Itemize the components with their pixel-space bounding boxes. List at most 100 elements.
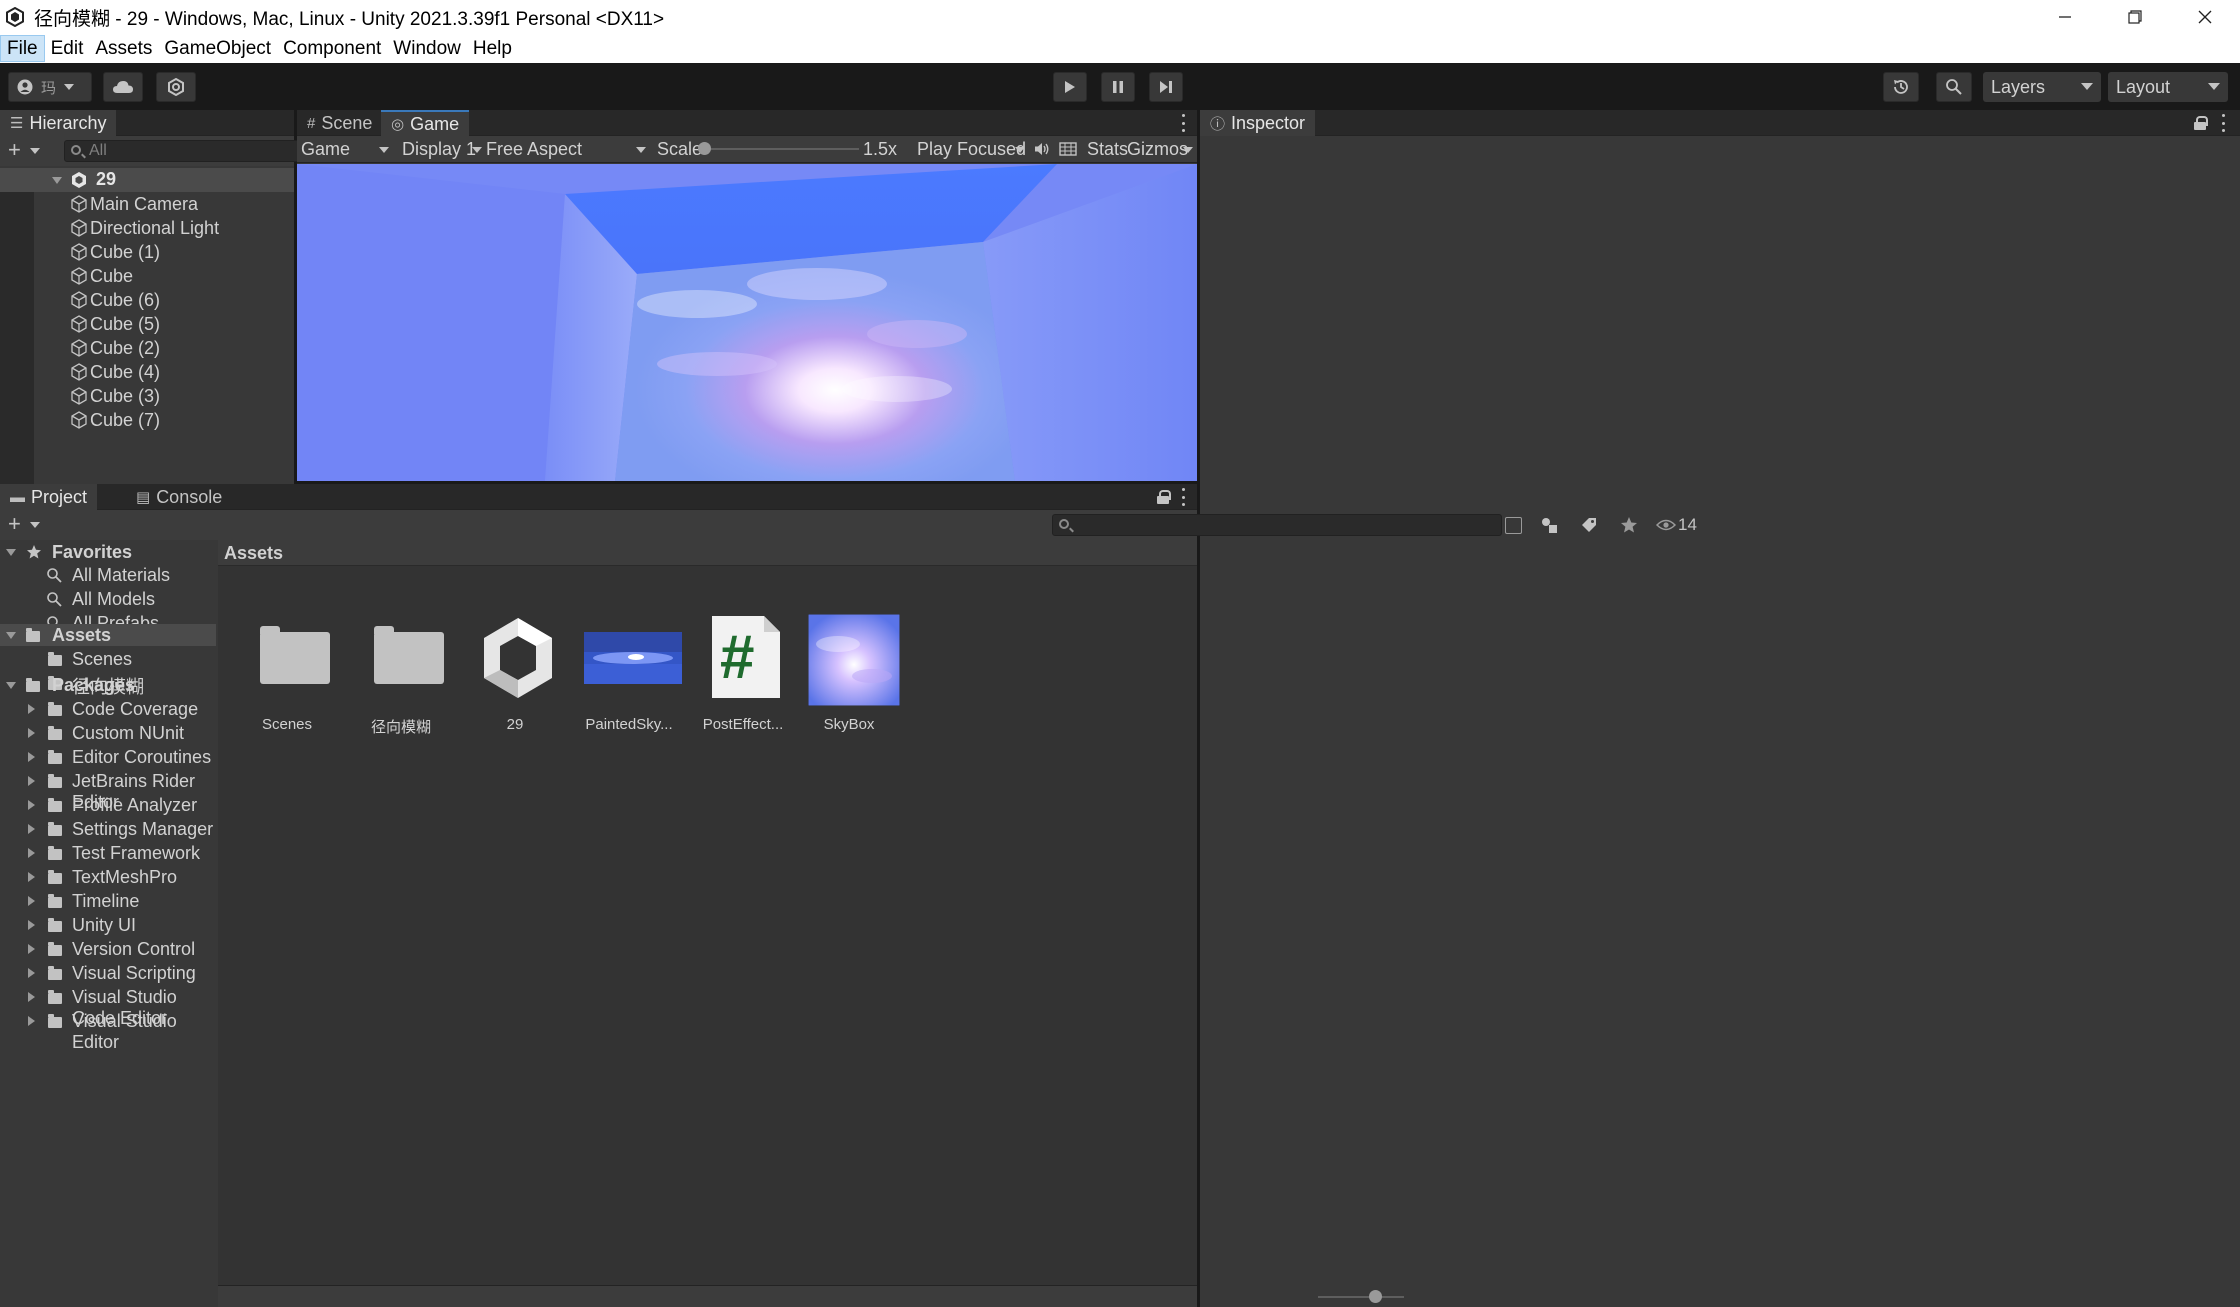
menu-file[interactable]: File [0,35,45,62]
stats-button[interactable]: Stats [1087,136,1128,162]
package-item[interactable]: Profile Analyzer [0,794,216,816]
account-dropdown[interactable]: 玛 [8,72,92,102]
step-button[interactable] [1149,72,1183,102]
resolution-button[interactable] [1059,136,1077,162]
close-button[interactable] [2170,0,2240,34]
expand-arrow-icon[interactable] [52,177,62,184]
asset-tile[interactable]: SkyBox [804,614,900,733]
hierarchy-item[interactable]: Cube (4) [71,360,160,384]
hierarchy-item[interactable]: Cube (3) [71,384,160,408]
layout-dropdown[interactable]: Layout [2108,72,2228,102]
scale-slider-track[interactable] [701,148,859,150]
menu-window[interactable]: Window [387,35,467,62]
minimize-button[interactable] [2030,0,2100,34]
expand-arrow-icon[interactable] [28,896,35,906]
tab-project[interactable]: ▬ Project [0,484,98,510]
asset-folder-item[interactable]: Scenes [0,648,216,670]
tab-inspector[interactable]: ⓘ Inspector [1200,110,1316,136]
expand-arrow-icon[interactable] [28,848,35,858]
package-item[interactable]: Editor Coroutines [0,746,216,768]
menu-assets[interactable]: Assets [89,35,158,62]
hierarchy-item[interactable]: Directional Light [71,216,219,240]
packages-row[interactable]: Packages [0,674,216,696]
asset-tile[interactable]: 径向模糊 [356,614,444,736]
asset-tile[interactable]: 29 [470,614,552,733]
expand-arrow-icon[interactable] [28,1016,35,1026]
expand-arrow-icon[interactable] [28,920,35,930]
view-type-dropdown[interactable]: Game [301,136,391,162]
scene-header-row[interactable]: 29 [0,168,404,192]
expand-arrow-icon[interactable] [28,752,35,762]
expand-arrow-icon[interactable] [6,632,16,639]
layers-dropdown[interactable]: Layers [1983,72,2101,102]
game-menu-icon[interactable] [1180,114,1186,132]
expand-arrow-icon[interactable] [28,824,35,834]
expand-arrow-icon[interactable] [28,992,35,1002]
hierarchy-item[interactable]: Cube (7) [71,408,160,432]
save-search-button[interactable] [1620,516,1638,539]
mute-audio-button[interactable] [1034,136,1050,162]
hierarchy-item[interactable]: Cube (1) [71,240,160,264]
display-dropdown[interactable]: Display 1 [402,136,484,162]
hierarchy-item[interactable]: Cube (6) [71,288,160,312]
play-button[interactable] [1053,72,1087,102]
hierarchy-item[interactable]: Cube [71,264,133,288]
hierarchy-item[interactable]: Main Camera [71,192,198,216]
asset-tile[interactable]: PaintedSky... [584,614,682,733]
game-viewport[interactable] [297,164,1197,481]
project-search-input[interactable] [1052,514,1502,536]
hierarchy-item[interactable]: Cube (2) [71,336,160,360]
add-object-button[interactable]: + [8,139,21,161]
expand-arrow-icon[interactable] [28,944,35,954]
aspect-dropdown[interactable]: Free Aspect [486,136,646,162]
expand-arrow-icon[interactable] [28,800,35,810]
restore-button[interactable] [2100,0,2170,34]
gizmos-dropdown[interactable]: Gizmos [1127,136,1195,162]
expand-arrow-icon[interactable] [28,872,35,882]
menu-gameobject[interactable]: GameObject [158,35,277,62]
filter-by-label-button[interactable] [1580,516,1598,539]
expand-arrow-icon[interactable] [6,549,16,556]
inspector-lock-icon[interactable] [2194,116,2208,130]
hidden-packages-toggle[interactable]: 14 [1656,515,1697,535]
expand-arrow-icon[interactable] [28,776,35,786]
favorite-item[interactable]: All Materials [0,564,216,586]
collab-button[interactable] [156,72,196,102]
expand-arrow-icon[interactable] [28,728,35,738]
scale-slider-handle[interactable] [698,142,711,155]
package-item[interactable]: Visual Scripting [0,962,216,984]
cloud-button[interactable] [103,72,143,102]
package-item[interactable]: Code Coverage [0,698,216,720]
search-filter-icon[interactable] [1505,517,1522,534]
play-mode-dropdown[interactable]: Play Focused [917,136,1027,162]
favorites-row[interactable]: Favorites [0,542,216,562]
hierarchy-item[interactable]: Cube (5) [71,312,160,336]
package-item[interactable]: Visual Studio Editor [0,1010,216,1052]
package-item[interactable]: JetBrains Rider Editor [0,770,216,812]
expand-arrow-icon[interactable] [28,704,35,714]
menu-edit[interactable]: Edit [45,35,90,62]
package-item[interactable]: Custom NUnit [0,722,216,744]
package-item[interactable]: Unity UI [0,914,216,936]
favorite-item[interactable]: All Models [0,588,216,610]
package-item[interactable]: Test Framework [0,842,216,864]
create-asset-button[interactable]: + [8,513,21,535]
undo-history-button[interactable] [1883,72,1919,102]
inspector-menu-icon[interactable] [2220,114,2226,132]
asset-tile[interactable]: # PostEffect... [698,614,783,733]
search-button[interactable] [1936,72,1972,102]
package-item[interactable]: Visual Studio Code Editor [0,986,216,1028]
tab-console[interactable]: ▤ Console [126,484,232,510]
package-item[interactable]: Settings Manager [0,818,216,840]
project-menu-icon[interactable] [1180,488,1186,506]
menu-component[interactable]: Component [277,35,387,62]
tab-game[interactable]: ◎ Game [381,110,470,136]
menu-help[interactable]: Help [467,35,518,62]
filter-by-type-button[interactable] [1540,516,1558,539]
assets-root-row[interactable]: Assets [0,624,216,646]
package-item[interactable]: TextMeshPro [0,866,216,888]
icon-size-slider-track[interactable] [1318,1296,1404,1298]
icon-size-slider-handle[interactable] [1369,1290,1382,1303]
breadcrumb[interactable]: Assets [224,543,283,564]
package-item[interactable]: Timeline [0,890,216,912]
